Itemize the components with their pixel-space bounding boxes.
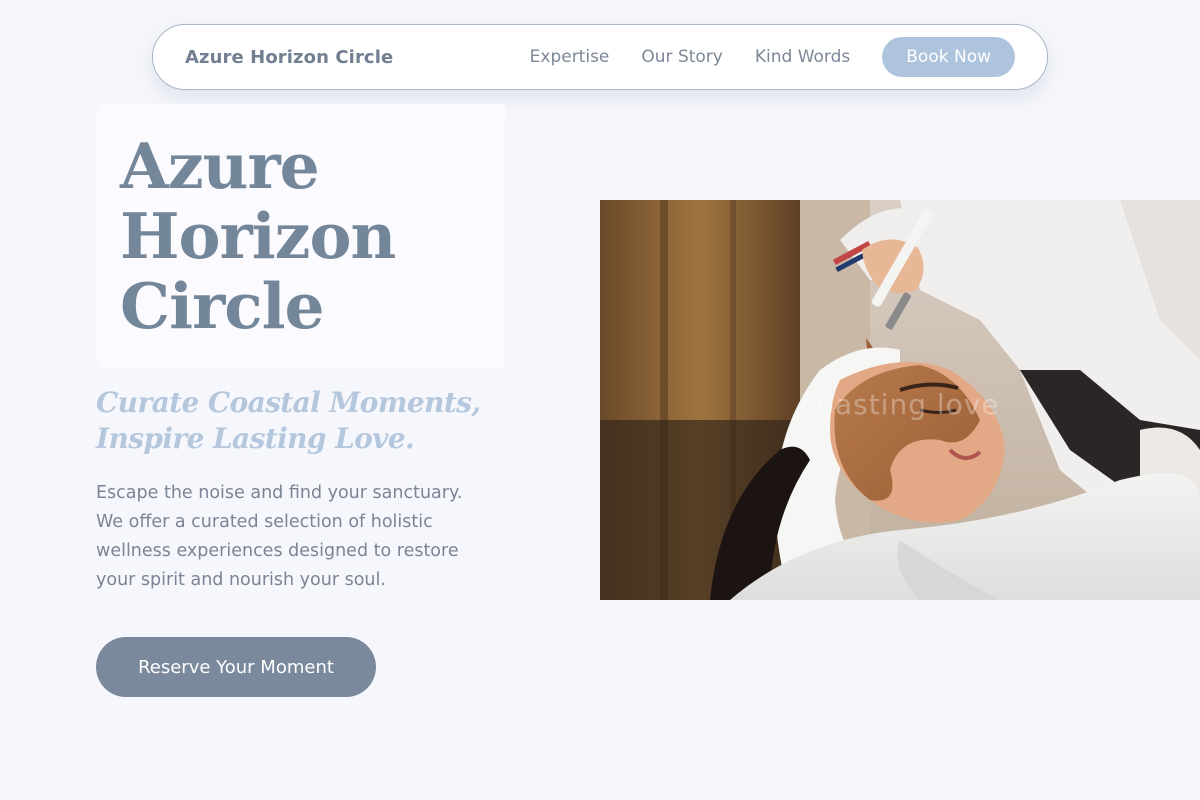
hero-title-line: Horizon	[120, 199, 396, 273]
intro-line: wellness experiences designed to restore	[96, 541, 459, 561]
hero-tagline: Curate Coastal Moments, Inspire Lasting …	[96, 385, 556, 457]
book-now-button[interactable]: Book Now	[882, 37, 1015, 77]
nav-links: Expertise Our Story Kind Words Book Now	[498, 37, 1015, 77]
intro-line: your spirit and nourish your soul.	[96, 570, 386, 590]
tagline-line: Curate Coastal Moments,	[96, 386, 481, 419]
brand-name[interactable]: Azure Horizon Circle	[185, 47, 393, 68]
top-navigation: Azure Horizon Circle Expertise Our Story…	[152, 24, 1048, 90]
intro-line: Escape the noise and find your sanctuary…	[96, 483, 463, 503]
hero-title: Azure Horizon Circle	[120, 131, 500, 341]
hero-photo-facial-treatment: coasting love	[600, 200, 1200, 600]
hero-title-line: Azure	[120, 129, 320, 203]
nav-link-our-story[interactable]: Our Story	[641, 47, 722, 67]
nav-link-kind-words[interactable]: Kind Words	[755, 47, 850, 67]
intro-line: We offer a curated selection of holistic	[96, 512, 433, 532]
hero-title-line: Circle	[120, 269, 325, 343]
photo-watermark: coasting love	[800, 388, 1000, 421]
hero-intro-text: Escape the noise and find your sanctuary…	[96, 479, 506, 595]
tagline-line: Inspire Lasting Love.	[96, 422, 415, 455]
reserve-moment-button[interactable]: Reserve Your Moment	[96, 637, 376, 697]
nav-link-expertise[interactable]: Expertise	[530, 47, 610, 67]
